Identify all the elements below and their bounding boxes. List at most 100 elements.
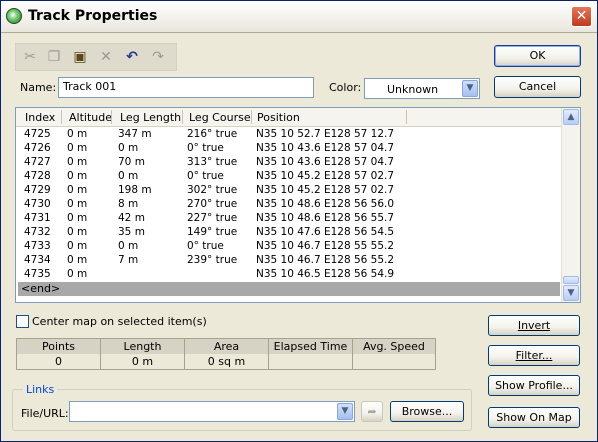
show-profile-label: Show Profile...	[495, 379, 573, 392]
cell-altitude: 0 m	[67, 128, 88, 140]
edit-toolbar: ✂ ❐ ▣ ✕ ↶ ↷	[15, 43, 177, 71]
cell-leg-length: 35 m	[118, 226, 145, 238]
cell-index: 4732	[24, 226, 51, 238]
scroll-thumb[interactable]	[563, 276, 579, 284]
cell-leg-length: 198 m	[118, 184, 152, 196]
table-row[interactable]: 4731 0 m 42 m 227° true N35 10 48.6 E128…	[16, 212, 561, 226]
stat-value-area: 0 sq m	[185, 354, 269, 369]
track-points-list[interactable]: Index Altitude Leg Length Leg Course Pos…	[15, 107, 581, 303]
cell-altitude: 0 m	[67, 212, 88, 224]
cell-position: N35 10 45.2 E128 57 02.7	[256, 170, 395, 182]
center-map-checkbox[interactable]	[16, 315, 29, 328]
cell-position: N35 10 46.5 E128 56 54.9	[256, 268, 395, 280]
cell-leg-course: 313° true	[187, 156, 238, 168]
browse-button[interactable]: Browse...	[390, 401, 464, 422]
cell-leg-course: 239° true	[187, 254, 238, 266]
cell-altitude: 0 m	[67, 198, 88, 210]
filter-button[interactable]: Filter...	[488, 345, 580, 366]
table-row[interactable]: 4729 0 m 198 m 302° true N35 10 45.2 E12…	[16, 184, 561, 198]
vertical-scrollbar[interactable]: ▲ ▼	[561, 108, 580, 302]
cell-altitude: 0 m	[67, 142, 88, 154]
table-row[interactable]: 4734 0 m 7 m 239° true N35 10 46.7 E128 …	[16, 254, 561, 268]
go-link-icon[interactable]: ➦	[361, 401, 383, 422]
show-on-map-button[interactable]: Show On Map	[488, 407, 580, 428]
table-row[interactable]: 4730 0 m 8 m 270° true N35 10 48.6 E128 …	[16, 198, 561, 212]
copy-icon[interactable]: ❐	[44, 48, 64, 66]
cell-altitude: 0 m	[67, 156, 88, 168]
cell-leg-length: 8 m	[118, 198, 139, 210]
stat-value-elapsed-time	[269, 354, 353, 369]
cell-leg-course: 0° true	[187, 240, 224, 252]
header-altitude[interactable]: Altitude	[69, 111, 112, 124]
table-row[interactable]: 4725 0 m 347 m 216° true N35 10 52.7 E12…	[16, 128, 561, 142]
chevron-down-icon[interactable]: ▼	[337, 403, 353, 420]
cell-index: 4730	[24, 198, 51, 210]
color-select[interactable]: Unknown ▼	[364, 78, 480, 99]
cell-position: N35 10 45.2 E128 57 02.7	[256, 184, 395, 196]
cell-altitude: 0 m	[67, 184, 88, 196]
cell-leg-length: 0 m	[118, 240, 139, 252]
cancel-button[interactable]: Cancel	[494, 76, 581, 98]
cell-leg-course: 0° true	[187, 170, 224, 182]
close-button[interactable]: ✕	[571, 6, 592, 27]
scroll-up-icon[interactable]: ▲	[563, 109, 579, 125]
cell-position: N35 10 48.6 E128 56 55.7	[256, 212, 395, 224]
table-row[interactable]: 4732 0 m 35 m 149° true N35 10 47.6 E128…	[16, 226, 561, 240]
cell-index: 4727	[24, 156, 51, 168]
cell-position: N35 10 47.6 E128 56 54.5	[256, 226, 395, 238]
cell-index: 4728	[24, 170, 51, 182]
stat-value-points: 0	[17, 354, 101, 369]
table-row[interactable]: 4733 0 m 0 m 0° true N35 10 46.7 E128 55…	[16, 240, 561, 254]
invert-button-label: Invert	[517, 319, 551, 332]
cell-index: 4729	[24, 184, 51, 196]
cell-position: N35 10 46.7 E128 56 55.2	[256, 254, 395, 266]
table-row[interactable]: 4727 0 m 70 m 313° true N35 10 43.6 E128…	[16, 156, 561, 170]
stat-header-avg-speed: Avg. Speed	[353, 339, 435, 354]
header-leg-length[interactable]: Leg Length	[120, 111, 181, 124]
invert-button[interactable]: Invert	[488, 315, 580, 336]
cell-leg-length: 70 m	[118, 156, 145, 168]
header-leg-course[interactable]: Leg Course	[189, 111, 251, 124]
stat-value-length: 0 m	[101, 354, 185, 369]
cell-position: N35 10 43.6 E128 57 04.7	[256, 142, 395, 154]
ok-button[interactable]: OK	[494, 45, 581, 67]
cell-leg-course: 270° true	[187, 198, 238, 210]
table-row[interactable]: 4726 0 m 0 m 0° true N35 10 43.6 E128 57…	[16, 142, 561, 156]
cell-altitude: 0 m	[67, 170, 88, 182]
cell-index: 4731	[24, 212, 51, 224]
stat-header-elapsed-time: Elapsed Time	[269, 339, 353, 354]
scroll-down-icon[interactable]: ▼	[563, 285, 579, 301]
color-label: Color:	[329, 81, 362, 94]
links-legend: Links	[23, 383, 58, 396]
cell-altitude: 0 m	[67, 268, 88, 280]
filter-button-label: Filter...	[515, 349, 553, 362]
center-map-label[interactable]: Center map on selected item(s)	[32, 315, 207, 328]
file-url-select[interactable]: ▼	[69, 401, 355, 422]
name-label: Name:	[20, 81, 57, 94]
table-row[interactable]: 4735 0 m N35 10 46.5 E128 56 54.9	[16, 268, 561, 282]
cell-index: 4733	[24, 240, 51, 252]
cell-leg-course: 149° true	[187, 226, 238, 238]
stat-header-length: Length	[101, 339, 185, 354]
table-row[interactable]: 4728 0 m 0 m 0° true N35 10 45.2 E128 57…	[16, 170, 561, 184]
undo-icon[interactable]: ↶	[122, 48, 142, 66]
cell-position: N35 10 48.6 E128 56 56.0	[256, 198, 395, 210]
header-index[interactable]: Index	[25, 111, 55, 124]
name-input[interactable]: Track 001	[58, 77, 314, 98]
end-row[interactable]: <end>	[18, 282, 560, 296]
show-profile-button[interactable]: Show Profile...	[488, 375, 580, 396]
redo-icon[interactable]: ↷	[148, 48, 168, 66]
delete-icon[interactable]: ✕	[96, 48, 116, 66]
cell-leg-length: 42 m	[118, 212, 145, 224]
header-position[interactable]: Position	[257, 111, 300, 124]
color-value: Unknown	[387, 83, 439, 96]
cell-leg-course: 227° true	[187, 212, 238, 224]
cell-leg-length: 0 m	[118, 142, 139, 154]
stat-header-area: Area	[185, 339, 269, 354]
cell-leg-length: 347 m	[118, 128, 152, 140]
cell-index: 4734	[24, 254, 51, 266]
track-properties-dialog: Track Properties ✕ ✂ ❐ ▣ ✕ ↶ ↷ OK Cancel…	[0, 0, 598, 442]
chevron-down-icon[interactable]: ▼	[462, 80, 478, 97]
paste-icon[interactable]: ▣	[70, 48, 90, 66]
cut-icon[interactable]: ✂	[20, 48, 40, 66]
